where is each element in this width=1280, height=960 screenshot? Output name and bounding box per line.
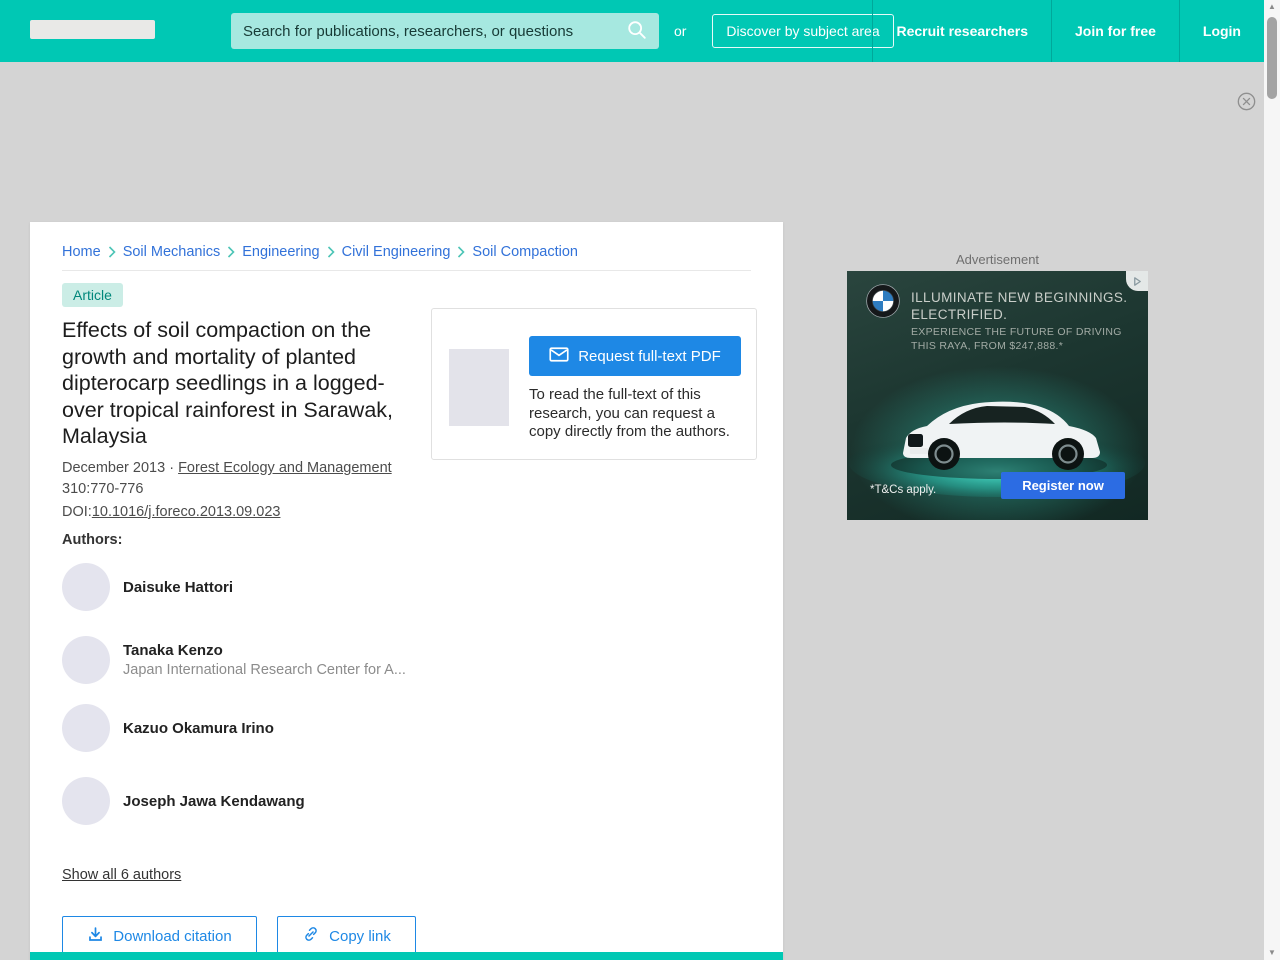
- scrollbar-thumb[interactable]: [1267, 17, 1277, 99]
- article-type-badge: Article: [62, 283, 123, 307]
- copy-link-button[interactable]: Copy link: [277, 916, 416, 956]
- breadcrumb-civil-engineering[interactable]: Civil Engineering: [342, 244, 451, 260]
- or-label: or: [674, 23, 687, 39]
- article-actions: Download citation Copy link: [62, 916, 416, 956]
- close-icon: [1237, 92, 1256, 114]
- search-input[interactable]: [231, 13, 659, 49]
- link-icon: [302, 925, 320, 947]
- author-row[interactable]: Tanaka Kenzo Japan International Researc…: [62, 636, 414, 684]
- bmw-advertisement[interactable]: ILLUMINATE NEW BEGINNINGS. ELECTRIFIED. …: [847, 271, 1148, 520]
- article-meta: December 2013 · Forest Ecology and Manag…: [62, 458, 414, 523]
- search-icon: [626, 19, 648, 44]
- request-fulltext-card: Request full-text PDF To read the full-t…: [431, 308, 757, 460]
- author-name[interactable]: Tanaka Kenzo: [123, 642, 406, 659]
- ad-headline: ILLUMINATE NEW BEGINNINGS. ELECTRIFIED.: [911, 289, 1127, 323]
- divider: [62, 270, 751, 271]
- banner-close-button[interactable]: [1237, 92, 1256, 111]
- copy-link-label: Copy link: [329, 927, 391, 945]
- register-now-button[interactable]: Register now: [1001, 472, 1125, 499]
- adchoices-icon[interactable]: [1126, 271, 1148, 291]
- next-section-bar: [30, 952, 783, 960]
- breadcrumb: Home Soil Mechanics Engineering Civil En…: [62, 244, 578, 260]
- author-row[interactable]: Joseph Jawa Kendawang: [62, 777, 414, 825]
- page: or Discover by subject area Recruit rese…: [0, 0, 1280, 960]
- download-citation-label: Download citation: [113, 927, 232, 945]
- author-name[interactable]: Daisuke Hattori: [123, 579, 233, 596]
- discover-by-subject-button[interactable]: Discover by subject area: [712, 14, 894, 48]
- chevron-right-icon: [108, 246, 116, 258]
- site-logo[interactable]: [30, 20, 155, 39]
- download-icon: [87, 926, 104, 947]
- author-row[interactable]: Kazuo Okamura Irino: [62, 704, 414, 752]
- author-name[interactable]: Kazuo Okamura Irino: [123, 720, 274, 737]
- meta-dot: ·: [169, 460, 175, 476]
- author-affiliation: Japan International Research Center for …: [123, 662, 406, 678]
- request-description: To read the full-text of this research, …: [529, 386, 730, 441]
- author-name[interactable]: Joseph Jawa Kendawang: [123, 793, 305, 810]
- ad-headline-line2: ELECTRIFIED.: [911, 307, 1008, 322]
- show-all-authors-link[interactable]: Show all 6 authors: [62, 867, 181, 883]
- breadcrumb-soil-compaction[interactable]: Soil Compaction: [472, 244, 578, 260]
- avatar[interactable]: [62, 704, 110, 752]
- doi-label: DOI:: [62, 504, 92, 520]
- avatar[interactable]: [62, 563, 110, 611]
- breadcrumb-soil-mechanics[interactable]: Soil Mechanics: [123, 244, 221, 260]
- author-row[interactable]: Daisuke Hattori: [62, 563, 414, 611]
- nav-login[interactable]: Login: [1178, 0, 1264, 62]
- header-nav: Recruit researchers Join for free Login: [872, 0, 1264, 62]
- journal-link[interactable]: Forest Ecology and Management: [178, 460, 392, 476]
- ad-headline-line1: ILLUMINATE NEW BEGINNINGS.: [911, 290, 1128, 305]
- avatar[interactable]: [62, 636, 110, 684]
- nav-join-for-free[interactable]: Join for free: [1050, 0, 1179, 62]
- doi-link[interactable]: 10.1016/j.foreco.2013.09.023: [92, 504, 281, 520]
- volume-pages: 310:770-776: [62, 480, 144, 497]
- article-card: Home Soil Mechanics Engineering Civil En…: [30, 222, 783, 960]
- nav-recruit-researchers[interactable]: Recruit researchers: [872, 0, 1051, 62]
- publication-date: December 2013: [62, 460, 166, 476]
- scrollbar-up-arrow-icon[interactable]: ▲: [1264, 0, 1280, 14]
- top-navbar: or Discover by subject area Recruit rese…: [0, 0, 1280, 62]
- scrollbar-down-arrow-icon[interactable]: ▼: [1264, 946, 1280, 960]
- advertisement-label: Advertisement: [955, 252, 1040, 267]
- document-thumbnail: [449, 349, 509, 426]
- envelope-icon: [549, 346, 569, 366]
- breadcrumb-engineering[interactable]: Engineering: [242, 244, 319, 260]
- ad-subline-line1: EXPERIENCE THE FUTURE OF DRIVING: [911, 326, 1122, 338]
- search-bar: [231, 13, 659, 49]
- chevron-right-icon: [227, 246, 235, 258]
- ad-terms: *T&Cs apply.: [870, 484, 937, 496]
- request-fulltext-label: Request full-text PDF: [578, 347, 721, 365]
- article-title: Effects of soil compaction on the growth…: [62, 318, 394, 449]
- search-button[interactable]: [619, 17, 655, 45]
- breadcrumb-home[interactable]: Home: [62, 244, 101, 260]
- download-citation-button[interactable]: Download citation: [62, 916, 257, 956]
- chevron-right-icon: [327, 246, 335, 258]
- bmw-logo-icon: [866, 284, 900, 318]
- chevron-right-icon: [457, 246, 466, 258]
- authors-list: Daisuke Hattori Tanaka Kenzo Japan Inter…: [62, 563, 414, 850]
- doi-line: DOI:10.1016/j.foreco.2013.09.023: [62, 502, 414, 523]
- request-fulltext-pdf-button[interactable]: Request full-text PDF: [529, 336, 741, 376]
- authors-label: Authors:: [62, 532, 123, 548]
- page-scrollbar[interactable]: ▲ ▼: [1264, 0, 1280, 960]
- publication-date-line: December 2013 · Forest Ecology and Manag…: [62, 458, 414, 479]
- avatar[interactable]: [62, 777, 110, 825]
